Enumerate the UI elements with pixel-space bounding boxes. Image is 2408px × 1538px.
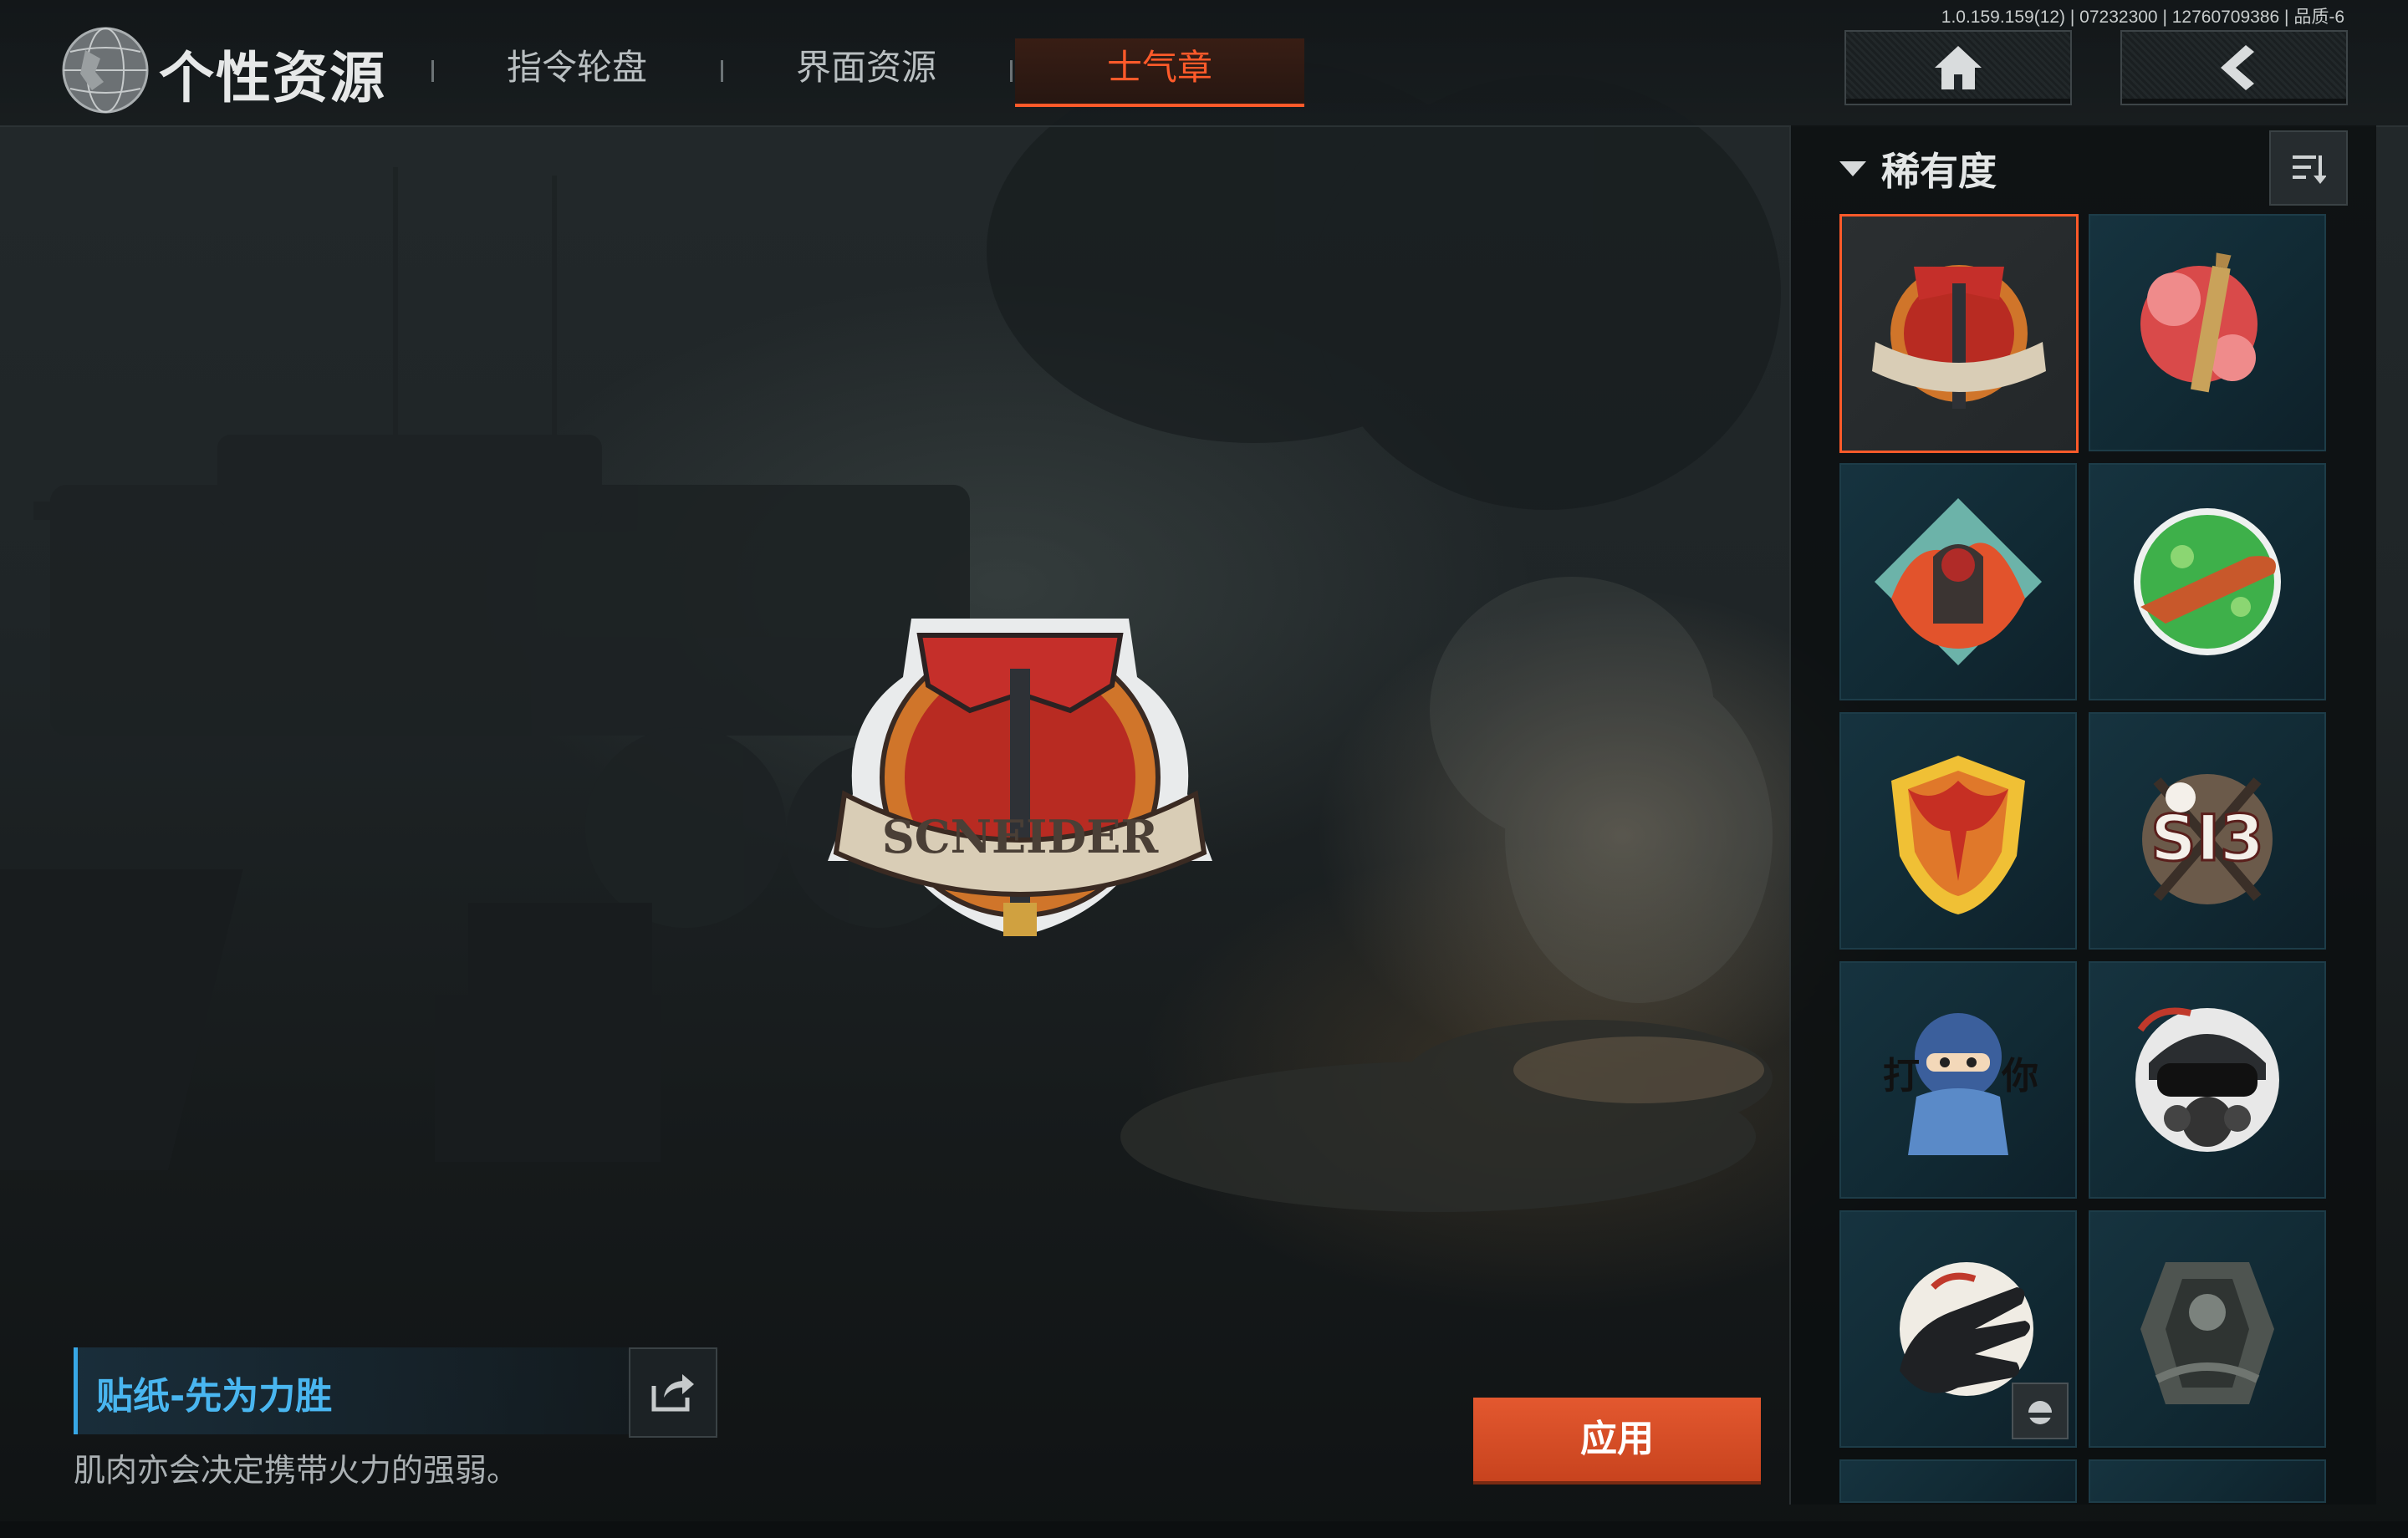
sticker-fire-soldier-diamond[interactable] [1839, 463, 2077, 700]
helmet-icon [2028, 1401, 2052, 1424]
bottom-edge [0, 1521, 2408, 1538]
svg-text:打: 打 [1883, 1055, 1920, 1097]
globe-icon [60, 25, 150, 115]
page-title: 个性资源 [159, 46, 386, 110]
share-button[interactable] [629, 1347, 717, 1438]
sticker-phoenix-shield[interactable] [1839, 712, 2077, 950]
sort-button[interactable] [2269, 130, 2348, 206]
back-arrow-icon [2221, 45, 2254, 90]
chibi-operator-icon: 打 你 [1883, 1013, 2038, 1155]
home-icon [1935, 46, 1982, 89]
lock-badge [2012, 1383, 2069, 1439]
sticker-green-bullet-circle[interactable] [2089, 463, 2326, 700]
svg-text:SCNEIDER: SCNEIDER [882, 810, 1160, 863]
sticker-chibi-operator[interactable]: 打 你 [1839, 961, 2077, 1199]
sig-emblem-icon: SI3 [2142, 774, 2273, 904]
sticker-glove-hand[interactable] [1839, 1210, 2077, 1448]
green-bullet-icon [2134, 508, 2281, 655]
tab-separator [431, 60, 434, 82]
phoenix-shield-icon [1891, 756, 2025, 914]
dark-armor-icon [2140, 1262, 2274, 1404]
tab-interface-resources[interactable]: 界面资源 [758, 38, 975, 104]
tab-separator [721, 60, 723, 82]
sticker-gas-mask-soldier[interactable] [2089, 961, 2326, 1199]
sticker-sig-emblem[interactable]: SI3 [2089, 712, 2326, 950]
version-info: 1.0.159.159(12) | 07232300 | 12760709386… [1941, 8, 2344, 27]
dropdown-triangle-icon [1839, 161, 1866, 176]
sort-icon [2293, 155, 2326, 184]
tab-morale-badges[interactable]: 士气章 [1015, 38, 1304, 107]
sticker-dark-armor[interactable] [2089, 1210, 2326, 1448]
gas-mask-icon [2135, 1007, 2279, 1152]
rarity-filter-label: 稀有度 [1881, 149, 1997, 194]
flower-bullet-icon [2140, 252, 2258, 393]
fire-soldier-icon [1875, 498, 2042, 665]
tab-command-wheel[interactable]: 指令轮盘 [468, 38, 686, 104]
sticker-flower-bullet[interactable] [2089, 214, 2326, 451]
tab-separator [1010, 60, 1013, 82]
apply-button[interactable]: 应用 [1473, 1398, 1761, 1481]
rarity-filter[interactable]: 稀有度 [1839, 135, 1997, 202]
svg-text:你: 你 [2001, 1055, 2038, 1097]
sticker-panel: 稀有度 SI3 打 你 [1789, 125, 2376, 1505]
home-button[interactable] [1844, 30, 2072, 105]
selected-sticker-preview: SCNEIDER [819, 585, 1221, 970]
top-bar: 个性资源 指令轮盘 界面资源 士气章 1.0.159.159(12) | 072… [0, 0, 2408, 127]
svg-text:SI3: SI3 [2150, 801, 2264, 875]
sticker-partial[interactable] [2089, 1459, 2326, 1503]
item-description: 肌肉亦会决定携带火力的强弱。 [74, 1452, 519, 1489]
sticker-partial[interactable] [1839, 1459, 2077, 1503]
scneider-crest-icon [1872, 265, 2046, 409]
back-button[interactable] [2120, 30, 2348, 105]
item-name: 贴纸-先为力胜 [96, 1375, 333, 1418]
item-name-box: 贴纸-先为力胜 [74, 1347, 630, 1434]
share-icon [651, 1374, 694, 1412]
sticker-scneider-crest[interactable] [1839, 214, 2079, 453]
